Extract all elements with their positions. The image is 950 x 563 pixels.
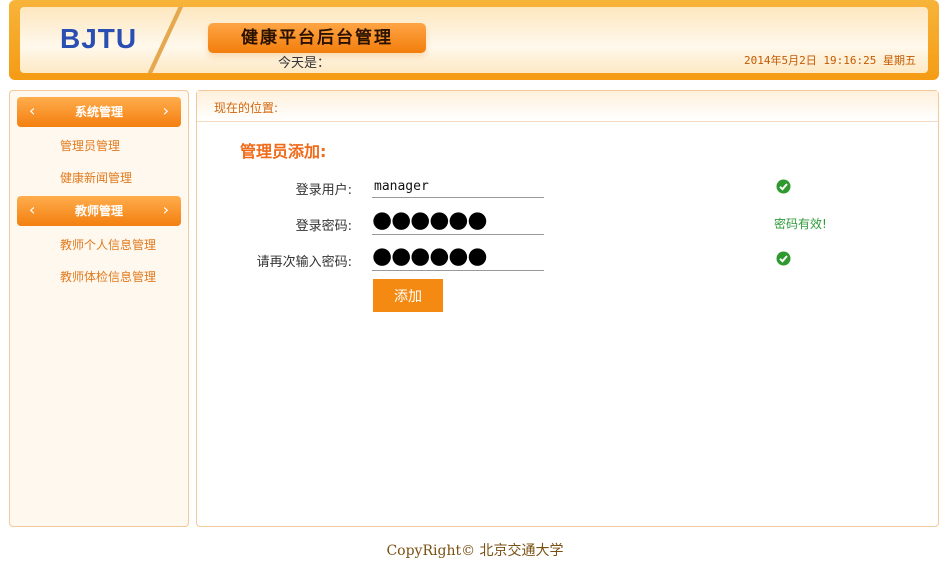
username-input[interactable]: [372, 176, 544, 198]
confirm-password-input[interactable]: ●●●●●●: [372, 245, 544, 271]
main-panel: 现在的位置: 管理员添加: 登录用户: 登录密码: ●●●●●● 密码有效! 请…: [196, 90, 939, 527]
sidebar-item-teacher-info[interactable]: 教师个人信息管理: [60, 236, 156, 253]
password-input[interactable]: ●●●●●●: [372, 209, 544, 235]
sidebar-item-teacher-checkup[interactable]: 教师体检信息管理: [60, 268, 156, 285]
sidebar-section-label: 教师管理: [74, 204, 123, 218]
header-panel: BJTU 健康平台后台管理 今天是： 2014年5月2日 19:16:25 星期五: [20, 7, 928, 73]
sidebar-section-teacher[interactable]: ‹ 教师管理 ›: [17, 196, 181, 226]
app-title: 健康平台后台管理: [241, 28, 393, 48]
sidebar-item-admin-management[interactable]: 管理员管理: [60, 137, 120, 154]
valid-check-icon: [776, 179, 791, 194]
sidebar-section-label: 系统管理: [74, 105, 123, 119]
date-value: 2014年5月2日 19:16:25 星期五: [744, 54, 916, 67]
footer-copyright: CopyRight© 北京交通大学: [386, 543, 564, 559]
app-title-badge: 健康平台后台管理: [208, 23, 426, 53]
chevron-right-icon[interactable]: ›: [163, 97, 169, 125]
confirm-password-label: 请再次输入密码:: [256, 255, 352, 270]
valid-check-icon: [776, 251, 791, 266]
logo-divider: [148, 7, 184, 73]
sidebar: ‹ 系统管理 › 管理员管理 健康新闻管理 ‹ 教师管理 › 教师个人信息管理 …: [9, 90, 189, 527]
breadcrumb-label: 现在的位置:: [214, 101, 279, 115]
date-label: 今天是：: [277, 56, 330, 71]
chevron-right-icon[interactable]: ›: [163, 196, 169, 224]
password-valid-message: 密码有效!: [774, 217, 827, 231]
add-button[interactable]: 添加: [373, 279, 443, 312]
form-title: 管理员添加:: [240, 142, 327, 161]
breadcrumb: 现在的位置:: [197, 91, 938, 122]
current-datetime: 今天是： 2014年5月2日 19:16:25 星期五: [278, 52, 916, 71]
sidebar-item-health-news[interactable]: 健康新闻管理: [60, 169, 132, 186]
password-label: 登录密码:: [295, 219, 352, 234]
header-bar: BJTU 健康平台后台管理 今天是： 2014年5月2日 19:16:25 星期五: [9, 0, 939, 80]
sidebar-section-system[interactable]: ‹ 系统管理 ›: [17, 97, 181, 127]
username-label: 登录用户:: [295, 183, 352, 198]
logo: BJTU: [60, 23, 138, 54]
